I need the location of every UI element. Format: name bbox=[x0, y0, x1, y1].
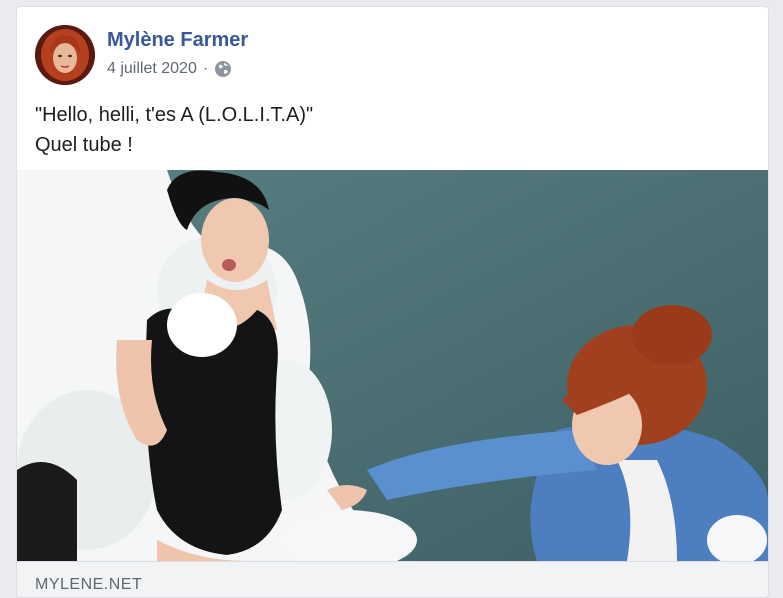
globe-icon[interactable] bbox=[214, 60, 232, 78]
link-domain: MYLENE.NET bbox=[35, 576, 143, 593]
post-date-link[interactable]: 4 juillet 2020 bbox=[107, 60, 197, 78]
author-name-link[interactable]: Mylène Farmer bbox=[107, 29, 248, 52]
post-text: "Hello, helli, t'es A (L.O.L.I.T.A)" Que… bbox=[35, 100, 313, 160]
post-text-line: Quel tube ! bbox=[35, 134, 133, 156]
post-card: Mylène Farmer 4 juillet 2020 · "Hello, h… bbox=[16, 6, 769, 598]
meta-separator: · bbox=[202, 60, 209, 77]
post-text-line: "Hello, helli, t'es A (L.O.L.I.T.A)" bbox=[35, 104, 314, 126]
post-meta: 4 juillet 2020 · bbox=[107, 60, 232, 78]
post-photo[interactable] bbox=[17, 170, 768, 561]
avatar[interactable] bbox=[35, 25, 95, 85]
photo-illustration bbox=[17, 170, 768, 561]
post-header: Mylène Farmer 4 juillet 2020 · "Hello, h… bbox=[17, 7, 768, 167]
link-preview-footer[interactable]: MYLENE.NET bbox=[17, 561, 768, 597]
